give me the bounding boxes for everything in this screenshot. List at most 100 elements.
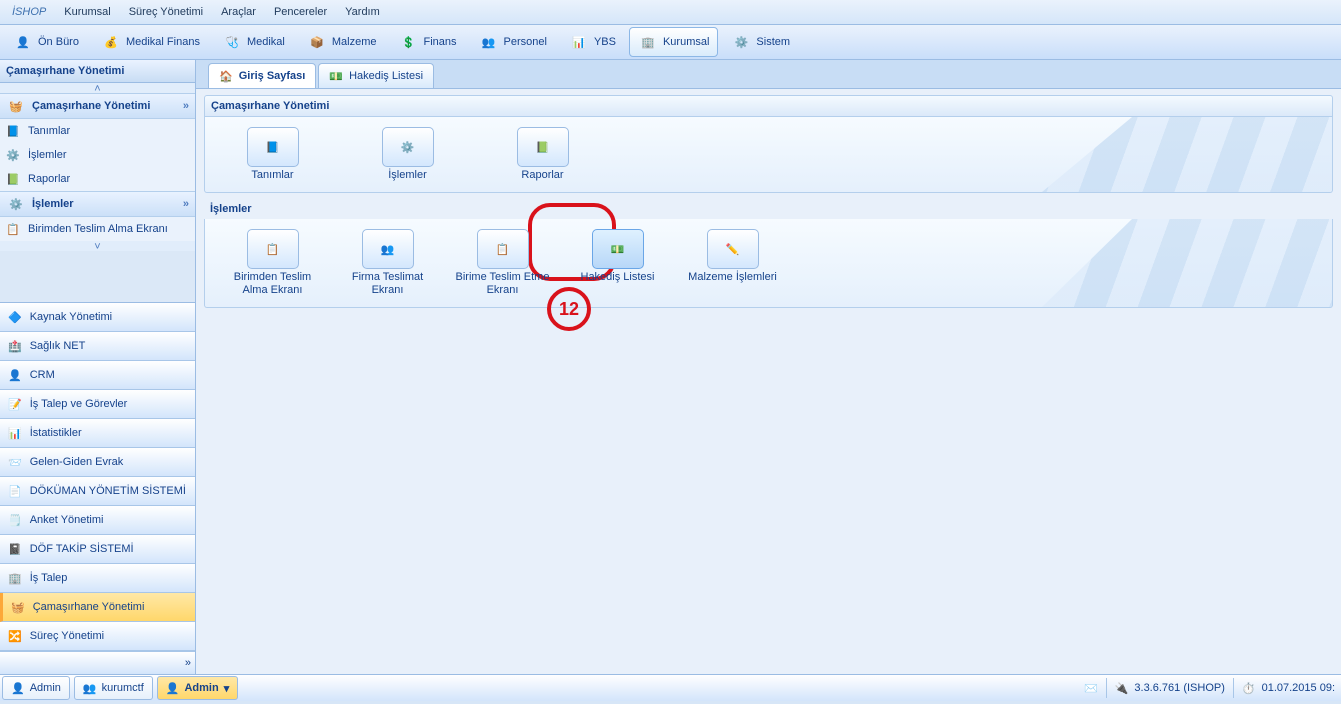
chevron-double-icon: » <box>183 198 189 210</box>
status-right: ✉️ 🔌 3.3.6.761 (ISHOP) ⏱️ 01.07.2015 09: <box>1078 678 1341 698</box>
tool-finans[interactable]: 💲Finans <box>389 27 465 57</box>
box-icon: 📦 <box>307 32 327 52</box>
left-item-birimden-teslim[interactable]: 📋Birimden Teslim Alma Ekranı <box>0 217 195 241</box>
mail-icon[interactable]: ✉️ <box>1084 682 1098 695</box>
clock-icon: ⏱️ <box>1242 682 1256 695</box>
cube-icon: 🔷 <box>8 311 22 324</box>
report-icon: 📗 <box>6 173 20 186</box>
coins-icon: 💰 <box>101 32 121 52</box>
left-item-raporlar[interactable]: 📗Raporlar <box>0 167 195 191</box>
flow-icon: 🔀 <box>8 630 22 643</box>
status-bar: 👤Admin 👥kurumctf 👤Admin▾ ✉️ 🔌 3.3.6.761 … <box>0 674 1341 701</box>
system-icon: ⚙️ <box>731 32 751 52</box>
connection-icon: 🔌 <box>1115 682 1129 695</box>
status-user-kurumctf[interactable]: 👥kurumctf <box>74 676 153 700</box>
gear-icon: ⚙️ <box>6 194 26 214</box>
user-icon: 👥 <box>83 682 97 695</box>
tab-row: 🏠Giriş Sayfası 💵Hakediş Listesi <box>196 60 1341 89</box>
launch-birime-teslim[interactable]: 📋Birime Teslim Etme Ekranı <box>455 229 550 297</box>
acc-surec[interactable]: 🔀Süreç Yönetimi <box>0 622 195 651</box>
launch-tanimlar[interactable]: 📘Tanımlar <box>225 127 320 182</box>
report-icon: 📗 <box>536 141 550 154</box>
launch-birimden-teslim[interactable]: 📋Birimden Teslim Alma Ekranı <box>225 229 320 297</box>
person-icon: 👤 <box>8 369 22 382</box>
left-item-islemler[interactable]: ⚙️İşlemler <box>0 143 195 167</box>
module-toolbar: 👤Ön Büro 💰Medikal Finans 🩺Medikal 📦Malze… <box>0 25 1341 60</box>
menu-pencereler[interactable]: Pencereler <box>266 0 335 24</box>
left-group-camasirhane[interactable]: 🧺 Çamaşırhane Yönetimi » <box>0 93 195 119</box>
laundry-icon: 🧺 <box>11 601 25 614</box>
accordion-footer: » <box>0 651 195 674</box>
chevron-double-icon: » <box>183 100 189 112</box>
tool-sistem[interactable]: ⚙️Sistem <box>722 27 799 57</box>
menu-bar: İSHOP Kurumsal Süreç Yönetimi Araçlar Pe… <box>0 0 1341 25</box>
clipboard-icon: 📋 <box>266 243 280 256</box>
money-icon: 💵 <box>611 243 625 256</box>
book-icon: 📘 <box>6 125 20 138</box>
group1-body: 📘Tanımlar ⚙️İşlemler 📗Raporlar <box>204 117 1333 193</box>
finance-icon: 💲 <box>398 32 418 52</box>
clipboard-icon: 📋 <box>6 223 20 236</box>
acc-saglik-net[interactable]: 🏥Sağlık NET <box>0 332 195 361</box>
launch-raporlar[interactable]: 📗Raporlar <box>495 127 590 182</box>
tool-onburo[interactable]: 👤Ön Büro <box>4 27 88 57</box>
user-icon: 👤 <box>166 682 180 695</box>
tab-giris[interactable]: 🏠Giriş Sayfası <box>208 63 316 88</box>
acc-istalep[interactable]: 🏢İş Talep <box>0 564 195 593</box>
tool-malzeme[interactable]: 📦Malzeme <box>298 27 386 57</box>
group2-title: İşlemler <box>204 203 1333 215</box>
menu-kurumsal[interactable]: Kurumsal <box>56 0 118 24</box>
acc-istalep-gorevler[interactable]: 📝İş Talep ve Görevler <box>0 390 195 419</box>
menu-ishop[interactable]: İSHOP <box>4 0 54 24</box>
acc-dof-takip[interactable]: 📓DÖF TAKİP SİSTEMİ <box>0 535 195 564</box>
building-icon: 🏢 <box>638 32 658 52</box>
tool-medikalfinans[interactable]: 💰Medikal Finans <box>92 27 209 57</box>
tool-kurumsal[interactable]: 🏢Kurumsal <box>629 27 718 57</box>
left-group-islemler[interactable]: ⚙️ İşlemler » <box>0 191 195 217</box>
acc-crm[interactable]: 👤CRM <box>0 361 195 390</box>
menu-yardim[interactable]: Yardım <box>337 0 388 24</box>
tool-ybs[interactable]: 📊YBS <box>560 27 625 57</box>
status-user-admin-dropdown[interactable]: 👤Admin▾ <box>157 676 238 700</box>
menu-araclar[interactable]: Araçlar <box>213 0 264 24</box>
tool-personel[interactable]: 👥Personel <box>470 27 556 57</box>
status-user-admin[interactable]: 👤Admin <box>2 676 70 700</box>
tab-hakedis[interactable]: 💵Hakediş Listesi <box>318 63 434 88</box>
mail-icon: 📨 <box>8 456 22 469</box>
chevron-double-icon[interactable]: » <box>185 657 191 669</box>
acc-anket[interactable]: 🗒️Anket Yönetimi <box>0 506 195 535</box>
clipboard-icon: 📋 <box>496 243 510 256</box>
expand-down-icon[interactable]: ˅ <box>0 241 195 251</box>
user-icon: 👤 <box>11 682 25 695</box>
collapse-up-icon[interactable]: ˄ <box>0 83 195 93</box>
team-icon: 👥 <box>381 243 395 256</box>
tool-medikal[interactable]: 🩺Medikal <box>213 27 294 57</box>
acc-camasirhane[interactable]: 🧺Çamaşırhane Yönetimi <box>0 593 195 622</box>
acc-istatistikler[interactable]: 📊İstatistikler <box>0 419 195 448</box>
medical-icon: 🩺 <box>222 32 242 52</box>
left-group1-items: 📘Tanımlar ⚙️İşlemler 📗Raporlar <box>0 119 195 191</box>
acc-kaynak[interactable]: 🔷Kaynak Yönetimi <box>0 303 195 332</box>
left-item-tanimlar[interactable]: 📘Tanımlar <box>0 119 195 143</box>
launch-hakedis-listesi[interactable]: 💵Hakediş Listesi <box>570 229 665 297</box>
acc-dokuman[interactable]: 📄DÖKÜMAN YÖNETİM SİSTEMİ <box>0 477 195 506</box>
menu-surec[interactable]: Süreç Yönetimi <box>121 0 211 24</box>
doc-icon: 📄 <box>8 485 22 498</box>
book-icon: 📘 <box>266 141 280 154</box>
launch-islemler[interactable]: ⚙️İşlemler <box>360 127 455 182</box>
launch-malzeme-islemleri[interactable]: ✏️Malzeme İşlemleri <box>685 229 780 297</box>
gear-icon: ⚙️ <box>6 149 20 162</box>
notebook-icon: 📓 <box>8 543 22 556</box>
left-panel-title: Çamaşırhane Yönetimi <box>0 60 195 83</box>
page-content: Çamaşırhane Yönetimi 📘Tanımlar ⚙️İşlemle… <box>196 89 1341 674</box>
task-icon: 📝 <box>8 398 22 411</box>
acc-gelen-giden[interactable]: 📨Gelen-Giden Evrak <box>0 448 195 477</box>
group1-title: Çamaşırhane Yönetimi <box>204 95 1333 117</box>
launch-firma-teslimat[interactable]: 👥Firma Teslimat Ekranı <box>340 229 435 297</box>
left-panel: Çamaşırhane Yönetimi ˄ 🧺 Çamaşırhane Yön… <box>0 60 196 674</box>
status-date: 01.07.2015 09: <box>1262 682 1335 694</box>
building-icon: 🏥 <box>8 340 22 353</box>
nav-accordion: 🔷Kaynak Yönetimi 🏥Sağlık NET 👤CRM 📝İş Ta… <box>0 302 195 674</box>
chart-icon: 📊 <box>569 32 589 52</box>
group2-body: 📋Birimden Teslim Alma Ekranı 👥Firma Tesl… <box>204 219 1333 308</box>
